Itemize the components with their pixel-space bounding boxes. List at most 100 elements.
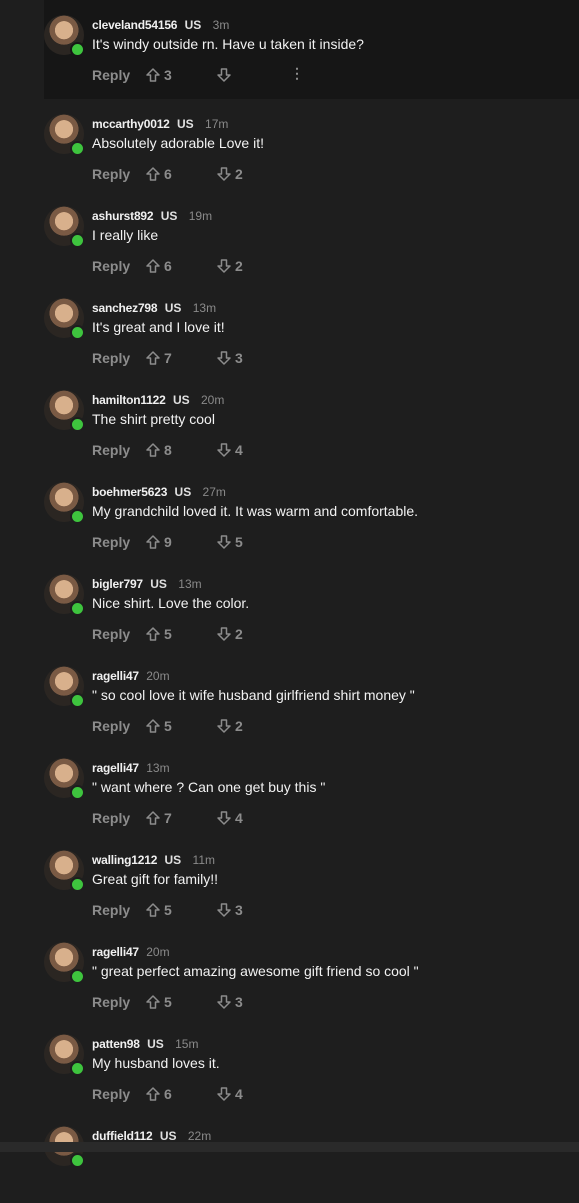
reply-button[interactable]: Reply: [92, 350, 130, 366]
downvote-arrow-icon: [217, 903, 231, 917]
upvote-button[interactable]: 6: [146, 1086, 206, 1102]
username[interactable]: hamilton1122: [92, 393, 166, 407]
upvote-count: 5: [164, 902, 172, 918]
upvote-button[interactable]: 5: [146, 718, 206, 734]
upvote-arrow-icon: [146, 719, 160, 733]
upvote-button[interactable]: 5: [146, 994, 206, 1010]
comment-item: boehmer5623 US 27m My grandchild loved i…: [0, 467, 579, 559]
country-badge: US: [150, 577, 167, 591]
downvote-button[interactable]: 2: [217, 258, 277, 274]
timestamp: 22m: [187, 1129, 212, 1143]
username[interactable]: ragelli47: [92, 945, 139, 959]
upvote-button[interactable]: 9: [146, 534, 206, 550]
avatar[interactable]: [44, 942, 85, 984]
upvote-button[interactable]: 8: [146, 442, 206, 458]
downvote-count: 2: [235, 626, 243, 642]
reply-button[interactable]: Reply: [92, 902, 130, 918]
username[interactable]: boehmer5623: [92, 485, 167, 499]
downvote-button[interactable]: 3: [217, 350, 277, 366]
reply-button[interactable]: Reply: [92, 166, 130, 182]
reply-button[interactable]: Reply: [92, 258, 130, 274]
upvote-arrow-icon: [146, 259, 160, 273]
online-status-icon: [70, 601, 85, 616]
avatar[interactable]: [44, 850, 85, 892]
online-status-icon: [70, 417, 85, 432]
upvote-button[interactable]: 5: [146, 902, 206, 918]
upvote-arrow-icon: [146, 627, 160, 641]
avatar[interactable]: [44, 666, 85, 708]
comment-meta: ragelli47 20m: [92, 669, 170, 683]
reply-button[interactable]: Reply: [92, 534, 130, 550]
avatar[interactable]: [44, 206, 85, 248]
avatar[interactable]: [44, 758, 85, 800]
username[interactable]: ashurst892: [92, 209, 154, 223]
online-status-icon: [70, 325, 85, 340]
comment-text: My husband loves it.: [92, 1055, 220, 1071]
downvote-button[interactable]: [217, 67, 277, 83]
downvote-button[interactable]: 3: [217, 994, 277, 1010]
more-options-icon[interactable]: ⋮: [290, 65, 304, 82]
reply-button[interactable]: Reply: [92, 718, 130, 734]
downvote-arrow-icon: [217, 1087, 231, 1101]
avatar[interactable]: [44, 298, 85, 340]
comment-item: ragelli47 20m " great perfect amazing aw…: [0, 927, 579, 1019]
upvote-button[interactable]: 6: [146, 166, 206, 182]
username[interactable]: patten98: [92, 1037, 140, 1051]
country-badge: US: [159, 1129, 177, 1143]
comment-item: bigler797 US 13m Nice shirt. Love the co…: [0, 559, 579, 651]
downvote-button[interactable]: 4: [217, 1086, 277, 1102]
username[interactable]: cleveland54156: [92, 18, 177, 32]
downvote-count: 4: [235, 810, 243, 826]
avatar[interactable]: [44, 15, 85, 57]
reply-button[interactable]: Reply: [92, 810, 130, 826]
downvote-button[interactable]: 4: [217, 810, 277, 826]
upvote-button[interactable]: 7: [146, 350, 206, 366]
username[interactable]: sanchez798: [92, 301, 158, 315]
upvote-count: 6: [164, 1086, 172, 1102]
comment-item: ragelli47 13m " want where ? Can one get…: [0, 743, 579, 835]
upvote-arrow-icon: [146, 351, 160, 365]
reply-button[interactable]: Reply: [92, 67, 130, 83]
upvote-button[interactable]: 6: [146, 258, 206, 274]
username[interactable]: ragelli47: [92, 761, 139, 775]
downvote-button[interactable]: 3: [217, 902, 277, 918]
username[interactable]: duffield112: [92, 1129, 153, 1143]
downvote-arrow-icon: [217, 811, 231, 825]
reply-button[interactable]: Reply: [92, 1086, 130, 1102]
downvote-button[interactable]: 5: [217, 534, 277, 550]
comment-item: hamilton1122 US 20m The shirt pretty coo…: [0, 375, 579, 467]
avatar[interactable]: [44, 574, 85, 616]
avatar[interactable]: [44, 482, 85, 524]
username[interactable]: ragelli47: [92, 669, 139, 683]
comment-item: ashurst892 US 19m I really like Reply 6 …: [0, 191, 579, 283]
comment-text: " great perfect amazing awesome gift fri…: [92, 963, 419, 979]
upvote-arrow-icon: [146, 1087, 160, 1101]
downvote-button[interactable]: 2: [217, 626, 277, 642]
upvote-button[interactable]: 3: [146, 67, 206, 83]
username[interactable]: bigler797: [92, 577, 143, 591]
username[interactable]: mccarthy0012: [92, 117, 170, 131]
reply-button[interactable]: Reply: [92, 442, 130, 458]
avatar[interactable]: [44, 1034, 85, 1076]
downvote-button[interactable]: 4: [217, 442, 277, 458]
online-status-icon: [70, 693, 85, 708]
avatar[interactable]: [44, 114, 85, 156]
horizontal-scrollbar[interactable]: [0, 1142, 579, 1152]
upvote-button[interactable]: 7: [146, 810, 206, 826]
timestamp: 20m: [146, 945, 170, 959]
reply-button[interactable]: Reply: [92, 994, 130, 1010]
downvote-button[interactable]: 2: [217, 166, 277, 182]
downvote-count: 4: [235, 1086, 243, 1102]
comment-item: ragelli47 20m " so cool love it wife hus…: [0, 651, 579, 743]
upvote-count: 3: [164, 67, 172, 83]
username[interactable]: walling1212: [92, 853, 157, 867]
reply-button[interactable]: Reply: [92, 626, 130, 642]
country-badge: US: [184, 18, 202, 32]
comment-text: It's great and I love it!: [92, 319, 225, 335]
online-status-icon: [70, 141, 85, 156]
upvote-button[interactable]: 5: [146, 626, 206, 642]
downvote-button[interactable]: 2: [217, 718, 277, 734]
upvote-arrow-icon: [146, 535, 160, 549]
avatar[interactable]: [44, 390, 85, 432]
comment-meta: ragelli47 13m: [92, 761, 170, 775]
